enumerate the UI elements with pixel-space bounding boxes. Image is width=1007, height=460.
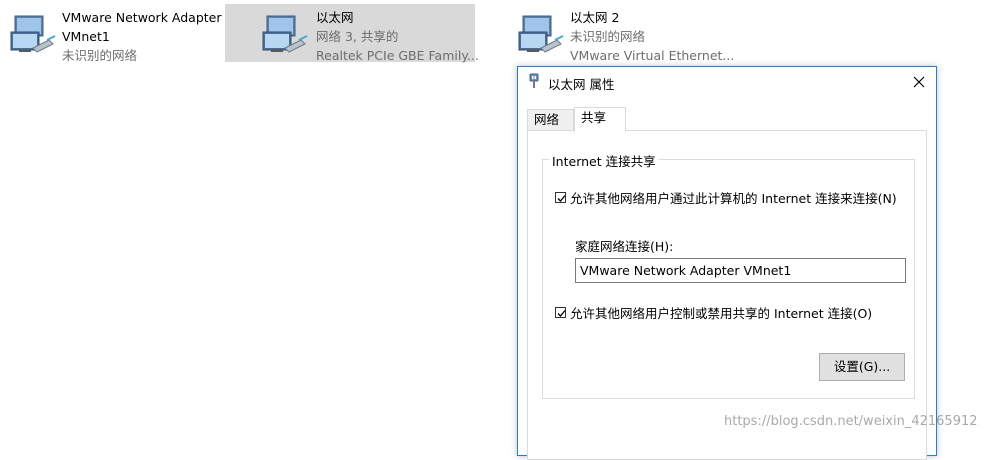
home-connection-field[interactable]: VMware Network Adapter VMnet1	[575, 258, 906, 283]
checkmark-icon	[557, 195, 566, 202]
adapter-status: 未识别的网络	[62, 48, 138, 63]
checkmark-icon	[557, 310, 566, 317]
close-icon	[913, 76, 925, 88]
adapter-ethernet-2[interactable]: 以太网 2 未识别的网络 VMware Virtual Ethernet...	[508, 4, 758, 63]
adapter-name: 以太网	[316, 10, 354, 25]
adapter-device: Realtek PCIe GBE Family...	[316, 48, 479, 63]
adapter-name: VMware Network Adapter	[62, 10, 222, 25]
sharing-tab-panel: Internet 连接共享 允许其他网络用户通过此计算机的 Internet 连…	[527, 130, 927, 460]
adapter-vmnet1[interactable]: VMware Network Adapter VMnet1 未识别的网络	[0, 4, 222, 63]
properties-dialog: 以太网 属性 网络 共享 Internet 连接共享 允许其他网络用户通过此计算…	[517, 66, 937, 460]
network-plug-icon	[529, 73, 539, 88]
allow-share-checkbox[interactable]	[555, 192, 566, 203]
tab-network[interactable]: 网络	[527, 109, 574, 131]
adapter-status: 未识别的网络	[570, 29, 646, 44]
network-adapter-icon	[262, 15, 308, 53]
dialog-title: 以太网 属性	[548, 77, 615, 92]
group-title: Internet 连接共享	[549, 151, 659, 170]
adapter-device: VMware Virtual Ethernet...	[570, 48, 735, 63]
tab-sharing[interactable]: 共享	[574, 107, 626, 132]
adapter-ethernet[interactable]: 以太网 网络 3, 共享的 Realtek PCIe GBE Family...	[225, 4, 479, 63]
allow-control-row[interactable]: 允许其他网络用户控制或禁用共享的 Internet 连接(O)	[555, 303, 872, 322]
allow-share-label: 允许其他网络用户通过此计算机的 Internet 连接来连接(N)	[570, 191, 897, 206]
close-button[interactable]	[902, 67, 936, 97]
allow-share-row[interactable]: 允许其他网络用户通过此计算机的 Internet 连接来连接(N)	[555, 188, 897, 207]
adapter-name-line2: VMnet1	[62, 29, 110, 44]
settings-button[interactable]: 设置(G)...	[819, 353, 905, 381]
adapter-name: 以太网 2	[570, 10, 620, 25]
allow-control-label: 允许其他网络用户控制或禁用共享的 Internet 连接(O)	[570, 306, 873, 321]
network-adapter-icon	[10, 15, 56, 53]
dialog-titlebar[interactable]: 以太网 属性	[518, 67, 936, 97]
home-connection-label: 家庭网络连接(H):	[575, 239, 674, 254]
adapter-status: 网络 3, 共享的	[316, 29, 399, 44]
allow-control-checkbox[interactable]	[555, 307, 566, 318]
network-adapter-icon	[518, 15, 564, 53]
internet-sharing-group: Internet 连接共享 允许其他网络用户通过此计算机的 Internet 连…	[542, 151, 915, 399]
watermark-text: https://blog.csdn.net/weixin_42165912	[724, 414, 978, 429]
